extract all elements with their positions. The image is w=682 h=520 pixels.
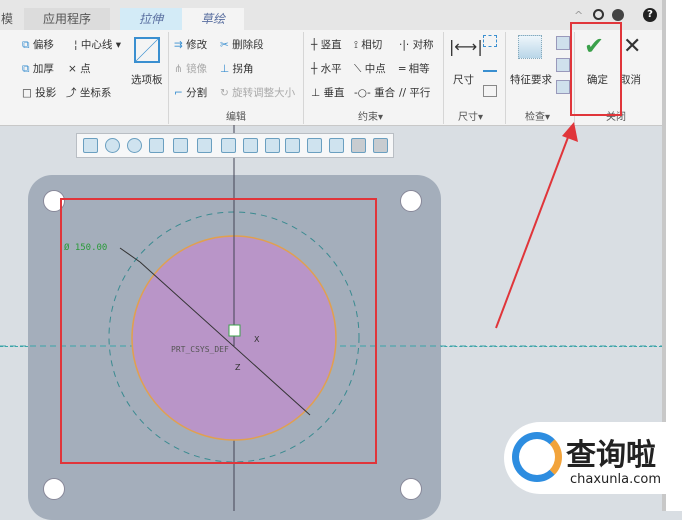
collapse-ribbon-icon[interactable]: ^	[574, 9, 583, 22]
thicken-button[interactable]: ⧉ 加厚	[22, 61, 54, 76]
close-icon[interactable]: ✕	[623, 34, 641, 59]
highlight-rectangle	[60, 198, 377, 464]
overlap-icon[interactable]	[556, 58, 570, 72]
palette-label[interactable]: 选项板	[131, 72, 163, 87]
zoom-in-icon[interactable]	[105, 138, 120, 153]
dimension-group-label[interactable]: 尺寸▾	[458, 108, 483, 123]
watermark: 查询啦 chaxunla.com	[504, 422, 676, 494]
centerline-button[interactable]: ¦ 中心线 ▾	[74, 37, 121, 52]
offset-button[interactable]: ⧉ 偏移	[22, 37, 54, 52]
tab-model[interactable]: 模	[0, 8, 14, 30]
perpendicular-constraint[interactable]: ⊥ 垂直	[311, 85, 344, 100]
vertical-constraint[interactable]: ┼ 竖直	[311, 37, 342, 52]
equal-constraint[interactable]: ═ 相等	[399, 61, 430, 76]
watermark-name: 查询啦	[566, 438, 656, 473]
divide-button[interactable]: ⌐ 分割	[174, 85, 207, 100]
watermark-url: chaxunla.com	[570, 472, 661, 487]
dimension-icon[interactable]: |⟷|	[449, 37, 483, 56]
shade-closed-icon[interactable]	[556, 36, 570, 50]
cancel-button[interactable]: 取消	[620, 72, 641, 87]
ordinate-icon[interactable]	[483, 85, 497, 97]
feature-requirements-button[interactable]: 特征要求	[510, 72, 552, 87]
diameter-dimension[interactable]: Ø 150.00	[64, 243, 107, 253]
sketch-view-icon[interactable]	[351, 138, 366, 153]
annotation-display-icon[interactable]	[285, 138, 300, 153]
view-manager-icon[interactable]	[221, 138, 236, 153]
ribbon-tab-bar: 模 应用程序 拉伸 草绘 ^ ?	[0, 0, 662, 30]
parallel-constraint[interactable]: // 平行	[399, 85, 430, 100]
graphics-toolbar	[76, 133, 394, 158]
zoom-out-icon[interactable]	[127, 138, 142, 153]
repaint-icon[interactable]	[149, 138, 164, 153]
corner-button[interactable]: ⊥ 拐角	[220, 61, 254, 76]
display-style-icon[interactable]	[173, 138, 188, 153]
csys-button[interactable]: ⤴ 坐标系	[66, 85, 111, 100]
open-ends-icon[interactable]	[556, 80, 570, 94]
reference-icon[interactable]	[483, 62, 497, 72]
help-icon[interactable]: ?	[643, 8, 657, 22]
rotate-resize-button[interactable]: ↻ 旋转调整大小	[220, 85, 295, 100]
modify-button[interactable]: ⇉ 修改	[174, 37, 207, 52]
midpoint-constraint[interactable]: ⟍ 中点	[354, 61, 386, 76]
refit-icon[interactable]	[83, 138, 98, 153]
search-icon[interactable]	[593, 9, 604, 20]
mirror-button[interactable]: ⋔ 镜像	[174, 61, 207, 76]
tangent-constraint[interactable]: ⟟ 相切	[354, 37, 382, 52]
tab-extrude[interactable]: 拉伸	[120, 8, 182, 30]
feature-requirements-icon[interactable]	[518, 35, 542, 59]
z-axis-label: Z	[235, 363, 241, 372]
delete-segment-button[interactable]: ✂ 删除段	[220, 37, 264, 52]
tab-applications[interactable]: 应用程序	[24, 8, 110, 30]
dimension-button[interactable]: 尺寸	[453, 72, 474, 87]
project-button[interactable]: □ 投影	[22, 85, 56, 100]
watermark-logo-icon	[512, 432, 562, 482]
saved-views-icon[interactable]	[197, 138, 212, 153]
horizontal-constraint[interactable]: ┼ 水平	[311, 61, 342, 76]
tab-sketch[interactable]: 草绘	[182, 8, 244, 30]
edit-group-label: 编辑	[226, 112, 246, 123]
view-normal-icon[interactable]	[307, 138, 322, 153]
csys-label: PRT_CSYS_DEF	[171, 345, 229, 354]
symmetric-constraint[interactable]: ·|· 对称	[399, 37, 434, 52]
highlight-box	[570, 22, 622, 116]
x-axis-label: X	[254, 335, 260, 344]
constrain-group-label[interactable]: 约束▾	[358, 108, 383, 123]
point-button[interactable]: × 点	[68, 61, 91, 76]
spin-center-icon[interactable]	[265, 138, 280, 153]
sketch-display-icon[interactable]	[329, 138, 344, 153]
palette-icon[interactable]	[134, 37, 160, 63]
constraint-display-icon[interactable]	[373, 138, 388, 153]
baseline-icon[interactable]	[483, 35, 497, 47]
coincident-constraint[interactable]: -○- 重合	[354, 85, 395, 100]
annotation-arrow	[495, 122, 578, 329]
datum-display-icon[interactable]	[243, 138, 258, 153]
settings-icon[interactable]	[612, 9, 624, 21]
